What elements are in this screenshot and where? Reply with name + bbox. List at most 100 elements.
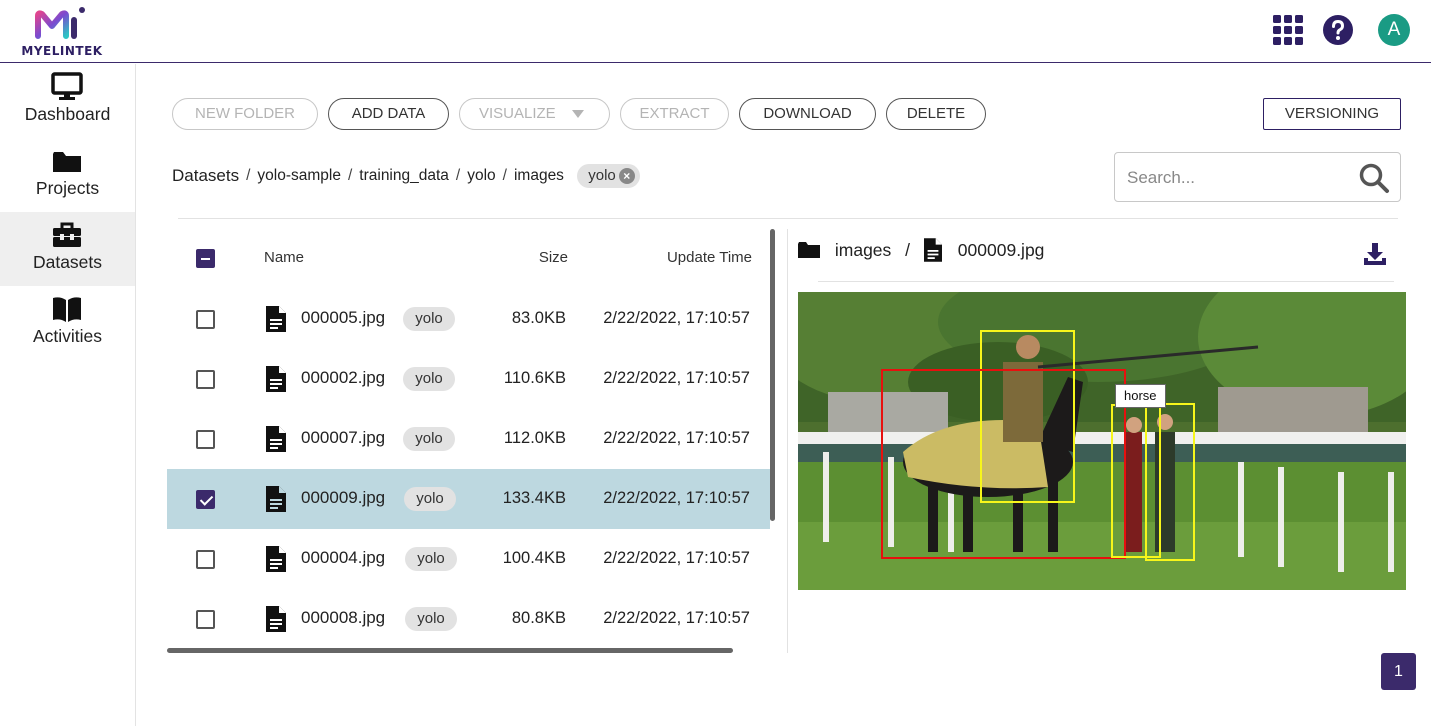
bounding-box-label: horse (1115, 384, 1166, 408)
preview-folder-name[interactable]: images (835, 240, 891, 261)
file-icon (266, 546, 286, 572)
brand-name: MyelinTek (21, 44, 103, 58)
file-size: 100.4KB (502, 549, 566, 567)
file-update-time: 2/22/2022, 17:10:57 (603, 489, 750, 507)
file-update-time: 2/22/2022, 17:10:57 (603, 429, 750, 447)
chevron-down-icon (572, 110, 584, 118)
row-checkbox[interactable] (196, 370, 215, 389)
bounding-box[interactable] (1145, 403, 1195, 561)
sidebar-item-projects[interactable]: Projects (0, 138, 135, 212)
preview-path-separator: / (905, 239, 911, 260)
table-horizontal-scrollbar[interactable] (167, 648, 733, 653)
versioning-button[interactable]: VERSIONING (1263, 98, 1401, 130)
visualize-dropdown[interactable]: VISUALIZE (459, 98, 610, 130)
extract-button[interactable]: EXTRACT (620, 98, 729, 130)
file-tag: yolo (405, 607, 457, 631)
breadcrumb-yolo-sample[interactable]: yolo-sample (257, 167, 341, 185)
download-icon[interactable] (1363, 242, 1387, 266)
table-row[interactable]: 000005.jpg yolo 83.0KB 2/22/2022, 17:10:… (167, 289, 770, 349)
file-table: Name Size Update Time 000005.jpg yolo 83… (167, 229, 772, 649)
table-row[interactable]: 000002.jpg yolo 110.6KB 2/22/2022, 17:10… (167, 349, 770, 409)
file-tag: yolo (404, 487, 456, 511)
divider (178, 218, 1398, 219)
sidebar-item-activities[interactable]: Activities (0, 286, 135, 360)
apps-grid-icon[interactable] (1272, 14, 1304, 46)
file-icon (266, 486, 286, 512)
new-folder-button[interactable]: NEW FOLDER (172, 98, 318, 130)
chip-remove-icon[interactable]: × (618, 168, 635, 185)
sidebar-item-dashboard[interactable]: Dashboard (0, 64, 135, 138)
filter-chip: yolo × (577, 164, 640, 188)
preview-divider (818, 281, 1394, 282)
sidebar: Dashboard Projects Datasets Activities (0, 64, 136, 726)
file-update-time: 2/22/2022, 17:10:57 (603, 369, 750, 387)
row-checkbox[interactable] (196, 550, 215, 569)
file-icon (923, 238, 942, 262)
file-size: 80.8KB (511, 609, 566, 627)
breadcrumb-yolo[interactable]: yolo (467, 167, 495, 185)
folder-icon (798, 242, 820, 258)
file-size: 110.6KB (503, 369, 566, 387)
row-checkbox[interactable] (196, 610, 215, 629)
sidebar-item-datasets[interactable]: Datasets (0, 212, 135, 286)
file-tag: yolo (405, 547, 457, 571)
sidebar-item-label: Dashboard (24, 104, 111, 124)
file-update-time: 2/22/2022, 17:10:57 (603, 309, 750, 327)
breadcrumb-datasets[interactable]: Datasets (172, 166, 239, 186)
myelintek-logo[interactable]: MyelinTek (12, 4, 112, 60)
file-name[interactable]: 000009.jpg (301, 488, 385, 508)
toolbox-icon (53, 222, 81, 247)
table-vertical-scrollbar[interactable] (770, 229, 775, 521)
row-checkbox[interactable] (196, 430, 215, 449)
table-row-selected[interactable]: 000009.jpg yolo 133.4KB 2/22/2022, 17:10… (167, 469, 770, 529)
file-name[interactable]: 000008.jpg (301, 608, 385, 628)
file-update-time: 2/22/2022, 17:10:57 (603, 609, 750, 627)
monitor-icon (51, 72, 83, 100)
search-box (1114, 152, 1401, 202)
logo-mark-icon (35, 7, 85, 39)
file-tag: yolo (403, 367, 455, 391)
delete-button[interactable]: DELETE (886, 98, 986, 130)
column-header-update-time[interactable]: Update Time (667, 249, 752, 266)
file-name[interactable]: 000005.jpg (301, 308, 385, 328)
column-header-size[interactable]: Size (539, 249, 568, 266)
column-header-name[interactable]: Name (264, 249, 304, 266)
bounding-box-horse[interactable] (881, 369, 1126, 559)
search-input[interactable] (1127, 165, 1347, 191)
search-icon[interactable] (1358, 162, 1390, 194)
panel-divider (787, 229, 788, 653)
download-button[interactable]: DOWNLOAD (739, 98, 876, 130)
breadcrumb-separator: / (455, 167, 461, 184)
user-avatar[interactable]: A (1378, 14, 1410, 46)
preview-path: images / 000009.jpg (797, 238, 1044, 266)
breadcrumb-separator: / (502, 167, 507, 184)
table-row[interactable]: 000007.jpg yolo 112.0KB 2/22/2022, 17:10… (167, 409, 770, 469)
file-name[interactable]: 000007.jpg (301, 428, 385, 448)
book-icon (53, 297, 81, 322)
annotated-image[interactable]: horse (798, 292, 1406, 590)
file-icon (266, 606, 286, 632)
preview-file-name: 000009.jpg (957, 239, 1045, 260)
file-tag: yolo (403, 427, 455, 451)
breadcrumb-separator: / (347, 167, 353, 184)
breadcrumb-training-data[interactable]: training_data (359, 167, 449, 185)
table-row[interactable]: 000004.jpg yolo 100.4KB 2/22/2022, 17:10… (167, 529, 770, 589)
folder-icon (53, 152, 81, 172)
select-all-checkbox[interactable] (196, 249, 215, 268)
file-size: 133.4KB (502, 489, 566, 507)
file-tag: yolo (403, 307, 455, 331)
file-name[interactable]: 000004.jpg (301, 548, 385, 568)
table-row[interactable]: 000008.jpg yolo 80.8KB 2/22/2022, 17:10:… (167, 589, 770, 649)
breadcrumb-images: images (513, 167, 564, 184)
file-icon (266, 426, 286, 452)
file-size: 112.0KB (503, 429, 566, 447)
row-checkbox[interactable] (196, 310, 215, 329)
file-icon (266, 366, 286, 392)
page-number-badge[interactable]: 1 (1381, 653, 1416, 690)
add-data-button[interactable]: ADD DATA (328, 98, 449, 130)
help-icon[interactable] (1322, 14, 1354, 46)
row-checkbox[interactable] (196, 490, 215, 509)
sidebar-item-label: Datasets (32, 252, 103, 272)
file-name[interactable]: 000002.jpg (301, 368, 385, 388)
filter-chip-label: yolo (588, 167, 616, 185)
